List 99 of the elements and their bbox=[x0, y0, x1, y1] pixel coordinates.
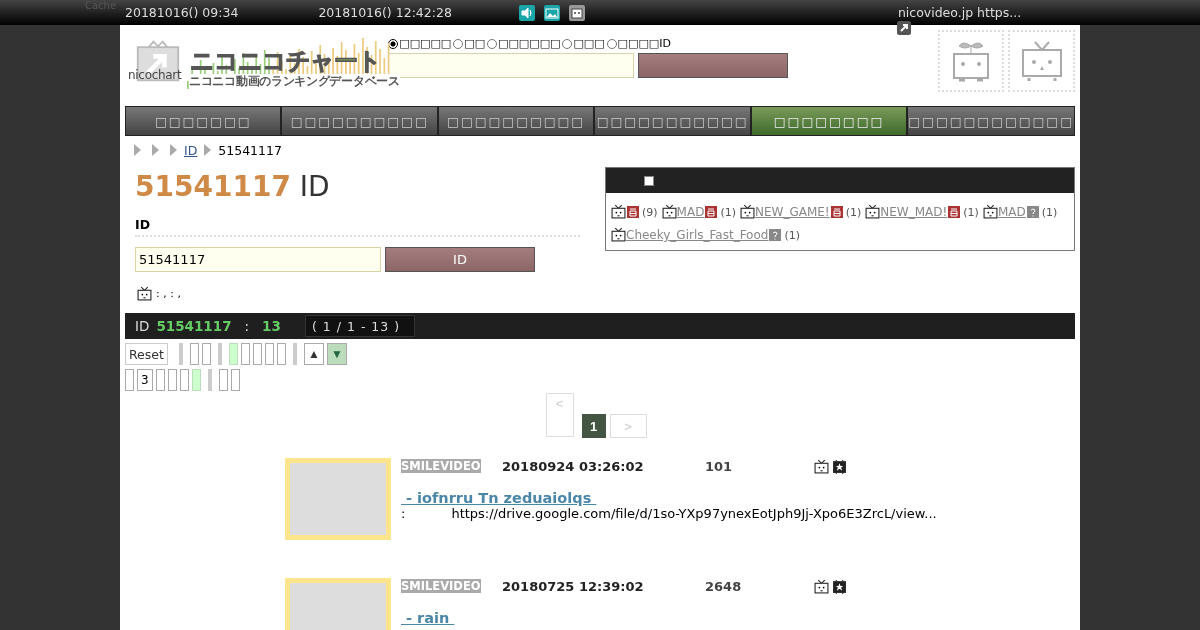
site-link[interactable]: nicovideo.jp https... bbox=[897, 5, 1022, 20]
nav-tab[interactable]: □□□□□□□□□□□□ bbox=[907, 106, 1075, 136]
breadcrumb-link[interactable]: ID bbox=[184, 142, 198, 158]
search-button[interactable] bbox=[638, 53, 789, 78]
tv-icon bbox=[137, 286, 152, 301]
tv-icon bbox=[740, 204, 755, 219]
tag-link[interactable]: Cheeky_Girls_Fast_Food bbox=[626, 228, 769, 242]
reset-button[interactable]: Reset bbox=[125, 343, 168, 365]
tag-count: (9) bbox=[642, 206, 658, 219]
film-icon[interactable] bbox=[832, 578, 847, 594]
sort-option[interactable] bbox=[167, 369, 177, 391]
nav-tab[interactable]: □□□□□□□□□□ bbox=[281, 106, 438, 136]
result-range: ( 1 / 1 - 13 ) bbox=[305, 315, 415, 337]
tag-link[interactable]: NEW_MAD! bbox=[880, 205, 948, 219]
login-time: 20181016() 09:34 bbox=[125, 5, 239, 20]
current-time: 20181016() 12:42:28 bbox=[318, 5, 452, 20]
radio-button[interactable] bbox=[562, 38, 573, 49]
result-total: 13 bbox=[262, 318, 281, 334]
sort-order-button[interactable]: ▼ bbox=[326, 343, 347, 365]
heading-label: ID bbox=[299, 170, 330, 203]
heading-id: 51541117 bbox=[135, 170, 291, 203]
description-label: : bbox=[401, 506, 406, 521]
search-option-label[interactable]: □□ bbox=[464, 37, 486, 50]
search-option-label[interactable]: □□□ bbox=[573, 37, 605, 50]
sort-option[interactable] bbox=[189, 343, 199, 365]
page-button[interactable]: 1 bbox=[581, 414, 606, 438]
breadcrumb-arrow-icon bbox=[134, 144, 141, 156]
source-badge: SMILEVIDEO bbox=[401, 579, 481, 593]
robot-icon[interactable] bbox=[568, 4, 585, 21]
post-date: 20180725 12:39:02 bbox=[502, 578, 645, 594]
breadcrumb-arrow-icon bbox=[204, 144, 212, 156]
view-count: 2648 bbox=[705, 578, 743, 594]
breadcrumb-current: 51541117 bbox=[218, 142, 282, 158]
radio-button[interactable] bbox=[487, 38, 498, 49]
sort-order-button[interactable]: ▲ bbox=[303, 343, 324, 365]
search-option-label[interactable]: □□□□ID bbox=[617, 37, 671, 50]
sort-option[interactable] bbox=[191, 369, 201, 391]
tag-count: (1) bbox=[845, 206, 862, 219]
tag-count: (1) bbox=[1041, 206, 1058, 219]
tag-count: (1) bbox=[720, 206, 736, 219]
breadcrumb-arrow-icon bbox=[152, 144, 159, 156]
checkbox[interactable] bbox=[644, 175, 654, 186]
mascot-tile[interactable] bbox=[1008, 30, 1075, 92]
search-option-label[interactable]: □□□□□□ bbox=[498, 37, 561, 50]
breadcrumb-arrow-icon bbox=[170, 144, 177, 156]
sort-option[interactable] bbox=[179, 369, 189, 391]
film-icon[interactable] bbox=[832, 458, 847, 474]
sort-option[interactable] bbox=[230, 369, 240, 391]
speaker-icon[interactable] bbox=[518, 4, 535, 21]
sort-option[interactable] bbox=[218, 369, 228, 391]
radio-button[interactable] bbox=[606, 38, 617, 49]
sort-option[interactable] bbox=[252, 343, 262, 365]
note-text: : , : , bbox=[156, 287, 181, 300]
tv-icon bbox=[611, 204, 626, 219]
sort-option[interactable]: 3 bbox=[137, 369, 153, 391]
brand-name[interactable]: nicochart bbox=[128, 68, 182, 82]
result-separator: : bbox=[244, 318, 250, 334]
radio-button[interactable] bbox=[453, 38, 464, 49]
tv-icon bbox=[865, 204, 881, 219]
sort-option[interactable] bbox=[264, 343, 274, 365]
post-date: 20180924 03:26:02 bbox=[502, 458, 645, 474]
sort-option[interactable] bbox=[155, 369, 165, 391]
external-link-icon[interactable] bbox=[897, 21, 911, 35]
sort-option[interactable] bbox=[228, 343, 238, 365]
logo-subtitle: ニコニコ動画のランキングデータベース bbox=[189, 74, 400, 89]
nav-tab[interactable]: □□□□□□□ bbox=[125, 106, 282, 136]
sort-option[interactable] bbox=[276, 343, 286, 365]
picture-icon[interactable] bbox=[543, 4, 560, 21]
thumbnail[interactable] bbox=[285, 458, 391, 540]
section-label: ID bbox=[135, 217, 580, 237]
tv-icon bbox=[611, 227, 626, 242]
sort-option[interactable] bbox=[125, 369, 134, 391]
tag-count: (1) bbox=[963, 206, 979, 219]
radio-button[interactable] bbox=[388, 38, 399, 49]
mascot-tile[interactable] bbox=[937, 30, 1005, 92]
nav-tab[interactable]: □□□□□□□□□□□ bbox=[594, 106, 751, 136]
search-field[interactable] bbox=[388, 53, 635, 78]
tag-link[interactable]: MAD bbox=[676, 205, 705, 219]
source-badge: SMILEVIDEO bbox=[401, 459, 481, 473]
id-button[interactable]: ID bbox=[385, 247, 535, 272]
id-field[interactable]: 51541117 bbox=[135, 247, 381, 272]
sort-option[interactable] bbox=[240, 343, 250, 365]
nav-tab[interactable]: □□□□□□□□ bbox=[750, 106, 908, 136]
description-text: https://drive.google.com/file/d/1so-YXp97ynexEotJph9Jj-Xpo6E3ZrcL/view... bbox=[451, 506, 937, 521]
result-label: ID bbox=[135, 318, 150, 334]
tv-icon bbox=[982, 204, 998, 219]
tag-link[interactable]: NEW_GAME! bbox=[755, 205, 830, 219]
tag-link[interactable]: MAD bbox=[997, 205, 1026, 219]
tv-icon[interactable] bbox=[814, 458, 829, 474]
tag-count: (1) bbox=[784, 229, 800, 242]
nav-tab[interactable]: □□□□□□□□□□ bbox=[437, 106, 595, 136]
result-id: 51541117 bbox=[156, 318, 232, 334]
video-title-link[interactable]: - iofnrru Tn zeduaiolqs bbox=[401, 490, 597, 506]
search-option-label[interactable]: □□□□□ bbox=[399, 37, 452, 50]
tv-icon bbox=[661, 204, 677, 219]
tv-icon[interactable] bbox=[814, 578, 829, 594]
video-title-link[interactable]: - rain bbox=[401, 610, 455, 626]
view-count: 101 bbox=[705, 458, 734, 474]
sort-option[interactable] bbox=[201, 343, 211, 365]
